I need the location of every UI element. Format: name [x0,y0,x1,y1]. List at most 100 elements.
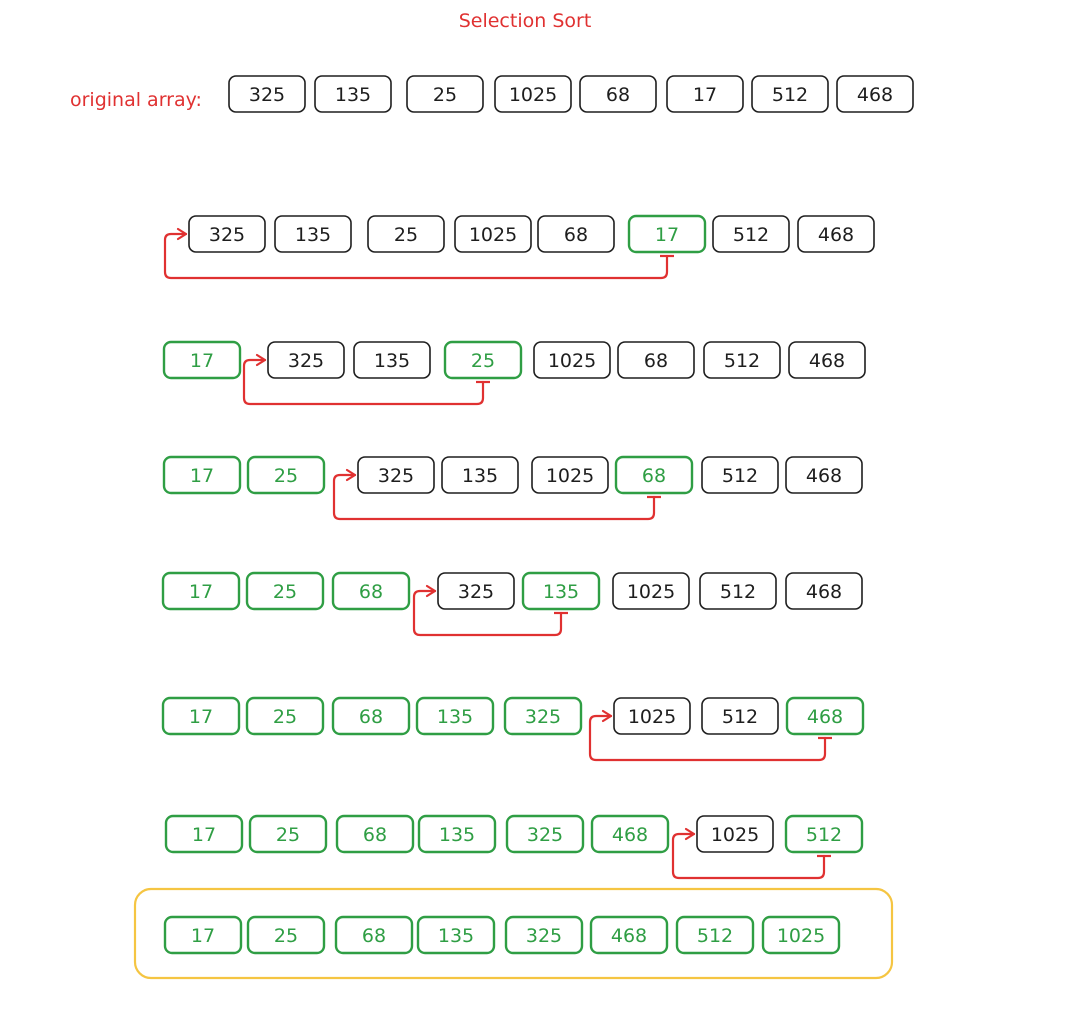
array-cell: 1025 [531,456,609,494]
sorted-cell: 68 [334,915,414,955]
array-cell: 325 [505,814,585,854]
array-cell: 135 [415,696,495,736]
array-cell-value: 17 [191,925,215,947]
array-cell-value: 512 [772,84,808,106]
sorted-cell: 512 [675,915,755,955]
array-cell-value: 135 [462,465,498,487]
array-cell: 512 [712,215,790,253]
array-cell: 135 [353,341,431,379]
array-cell: 135 [314,75,392,113]
array-cell: 68 [617,341,695,379]
array-cell-value: 325 [526,925,562,947]
array-cell: 68 [335,814,415,854]
array-cell-value: 1025 [777,925,825,947]
array-cell: 17 [161,571,241,611]
array-cell: 135 [274,215,352,253]
array-cell-value: 17 [190,350,214,372]
array-cell-value: 135 [438,925,474,947]
array-cell-value: 512 [724,350,760,372]
array-cell-value: 68 [359,581,383,603]
sort-step-row: 17 25 68 325 135 1025 512 468 [161,571,863,637]
array-cell-value: 135 [335,84,371,106]
original-array-row: 325 135 25 1025 68 17 512 468 [228,75,914,113]
array-cell: 68 [614,455,694,495]
array-cell: 512 [701,697,779,735]
array-cell-value: 512 [733,224,769,246]
diagram-title: Selection Sort [459,10,592,32]
array-cell-value: 325 [249,84,285,106]
array-cell-value: 68 [362,925,386,947]
array-cell-value: 25 [273,706,297,728]
array-cell-value: 25 [471,350,495,372]
array-cell: 325 [267,341,345,379]
array-cell: 25 [246,455,326,495]
array-cell: 68 [331,571,411,611]
array-cell-value: 1025 [627,581,675,603]
array-cell-value: 68 [359,706,383,728]
sort-steps: 325 135 25 1025 68 17 512 468 17 325 135 25 1025 68 51… [161,214,875,880]
array-cell-value: 17 [189,706,213,728]
array-cell-value: 68 [363,824,387,846]
sort-step-row: 17 325 135 25 1025 68 512 468 [162,340,866,406]
array-cell: 17 [161,696,241,736]
selection-sort-diagram: Selection Sort original array: 325 135 25 1… [70,10,914,980]
array-cell: 1025 [613,697,691,735]
array-cell: 25 [245,696,325,736]
array-cell-value: 17 [189,581,213,603]
array-cell-value: 325 [378,465,414,487]
array-cell-value: 1025 [548,350,596,372]
array-cell-value: 512 [697,925,733,947]
array-cell-value: 68 [642,465,666,487]
array-cell: 25 [367,215,445,253]
array-cell-value: 1025 [546,465,594,487]
array-cell-value: 135 [437,706,473,728]
array-cell: 1025 [533,341,611,379]
array-cell: 17 [162,455,242,495]
array-cell-value: 325 [458,581,494,603]
array-cell-value: 468 [807,706,843,728]
array-cell: 17 [164,814,244,854]
array-cell-value: 68 [606,84,630,106]
array-cell: 468 [836,75,914,113]
array-cell-value: 325 [288,350,324,372]
array-cell: 325 [357,456,435,494]
array-cell-value: 325 [525,706,561,728]
array-cell: 1025 [454,215,532,253]
array-cell: 1025 [696,815,774,853]
array-cell-value: 512 [722,706,758,728]
array-cell-value: 17 [190,465,214,487]
array-cell: 468 [590,814,670,854]
array-cell: 25 [443,340,523,380]
array-cell: 468 [785,696,865,736]
array-cell-value: 25 [274,465,298,487]
original-array-label: original array: [70,89,202,111]
array-cell-value: 468 [809,350,845,372]
array-cell: 25 [406,75,484,113]
array-cell: 325 [228,75,306,113]
array-cell-value: 512 [720,581,756,603]
sort-step-row: 17 25 68 135 325 1025 512 468 [161,696,865,762]
array-cell-value: 25 [433,84,457,106]
sorted-array-row: 17 25 68 135 325 468 512 1025 [163,915,841,955]
array-cell-value: 325 [527,824,563,846]
array-cell-value: 25 [276,824,300,846]
array-cell: 135 [441,456,519,494]
array-cell-value: 135 [295,224,331,246]
sorted-cell: 135 [416,915,496,955]
array-cell-value: 1025 [711,824,759,846]
array-cell-value: 135 [439,824,475,846]
array-cell: 468 [785,572,863,610]
array-cell: 25 [248,814,328,854]
array-cell: 512 [699,572,777,610]
array-cell: 325 [188,215,266,253]
array-cell: 468 [788,341,866,379]
array-cell: 325 [503,696,583,736]
array-cell-value: 325 [209,224,245,246]
sorted-cell: 1025 [761,915,841,955]
sort-step-row: 17 25 68 135 325 468 1025 512 [164,814,864,880]
array-cell: 325 [437,572,515,610]
array-cell-value: 25 [394,224,418,246]
sorted-cell: 325 [504,915,584,955]
array-cell: 68 [331,696,411,736]
sort-step-row: 17 25 325 135 1025 68 512 468 [162,455,863,521]
